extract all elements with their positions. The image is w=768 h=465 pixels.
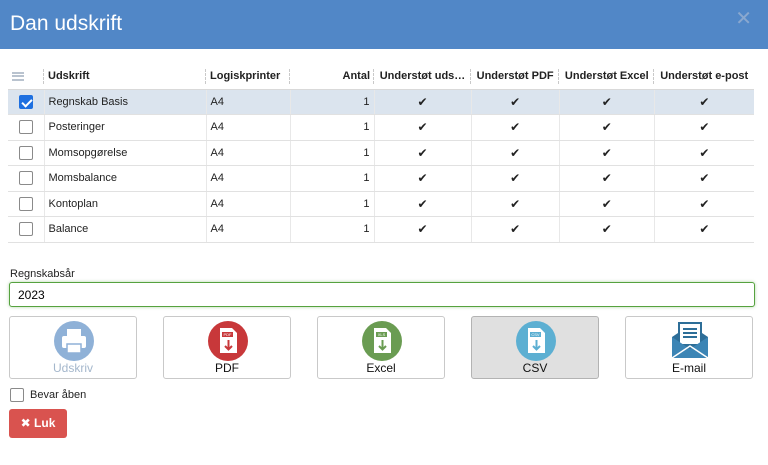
report-name: Balance [43,216,206,243]
print-label: Udskriv [52,361,93,375]
report-name: Posteringer [43,114,206,141]
column-header-antal[interactable]: Antal [290,64,374,90]
pdf-label: PDF [215,361,239,375]
pdf-file-icon: PDF [208,321,248,361]
table-row[interactable]: Momsbalance A4 1 ✔ ✔ ✔ ✔ [8,165,754,192]
email-label: E-mail [671,361,706,375]
copy-count: 1 [289,140,374,166]
pdf-icon-text: PDF [224,332,233,337]
column-header-logiskprinter[interactable]: Logiskprinter [206,64,290,90]
check-icon: ✔ [470,140,560,166]
check-icon: ✔ [373,191,472,217]
excel-icon-text: XLS [378,332,386,337]
email-button[interactable]: E-mail [625,316,753,379]
logical-printer: A4 [205,191,290,217]
table-header: Udskrift Logiskprinter Antal Understøt u… [8,64,754,90]
fiscal-year-input[interactable] [9,282,755,307]
report-name: Momsopgørelse [43,140,206,166]
excel-label: Excel [366,361,396,375]
check-icon: ✔ [470,165,560,192]
copy-count: 1 [289,216,374,243]
copy-count: 1 [289,89,374,115]
check-icon: ✔ [653,89,754,115]
check-icon: ✔ [470,216,560,243]
pdf-button[interactable]: PDF PDF [163,316,291,379]
close-button[interactable]: ✖ Luk [9,409,67,438]
table-row[interactable]: Posteringer A4 1 ✔ ✔ ✔ ✔ [8,114,754,141]
table-row[interactable]: Momsopgørelse A4 1 ✔ ✔ ✔ ✔ [8,140,754,166]
column-header-support-excel[interactable]: Understøt Excel [559,64,655,90]
row-checkbox[interactable] [18,171,33,186]
report-name: Momsbalance [43,165,206,192]
close-x-icon: ✖ [20,416,31,430]
keep-open-checkbox[interactable] [10,388,24,402]
report-name: Kontoplan [43,191,206,217]
logical-printer: A4 [205,89,290,115]
fiscal-year-label: Regnskabsår [10,268,75,280]
column-header-support-email[interactable]: Understøt e-post [654,64,754,90]
csv-label: CSV [522,361,548,375]
column-header-support-pdf[interactable]: Understøt PDF [471,64,560,90]
keep-open-option[interactable]: Bevar åben [10,388,86,402]
dialog-titlebar: Dan udskrift ✕ [0,0,768,49]
check-icon: ✔ [373,89,472,115]
check-icon: ✔ [558,140,655,166]
row-checkbox[interactable] [18,196,33,211]
check-icon: ✔ [558,165,655,192]
table-body: Regnskab Basis A4 1 ✔ ✔ ✔ ✔ Posteringer … [8,89,754,243]
row-checkbox[interactable] [18,94,33,109]
logical-printer: A4 [205,140,290,166]
check-icon: ✔ [653,216,754,243]
check-icon: ✔ [373,140,472,166]
row-checkbox[interactable] [18,145,33,160]
logical-printer: A4 [205,114,290,141]
check-icon: ✔ [373,114,472,141]
copy-count: 1 [289,191,374,217]
logical-printer: A4 [205,216,290,243]
check-icon: ✔ [470,114,560,141]
table-row[interactable]: Regnskab Basis A4 1 ✔ ✔ ✔ ✔ [8,89,754,115]
table-row[interactable]: Kontoplan A4 1 ✔ ✔ ✔ ✔ [8,191,754,217]
column-chooser-icon[interactable] [8,64,44,90]
check-icon: ✔ [558,89,655,115]
check-icon: ✔ [653,114,754,141]
check-icon: ✔ [558,114,655,141]
check-icon: ✔ [558,216,655,243]
logical-printer: A4 [205,165,290,192]
check-icon: ✔ [470,191,560,217]
keep-open-label: Bevar åben [30,388,87,401]
check-icon: ✔ [558,191,655,217]
printer-icon [54,321,94,361]
check-icon: ✔ [653,140,754,166]
check-icon: ✔ [653,165,754,192]
row-checkbox[interactable] [18,222,33,237]
close-button-label: Luk [34,416,56,430]
row-checkbox[interactable] [18,120,33,135]
column-header-udskrift[interactable]: Udskrift [44,64,206,90]
print-button[interactable]: Udskriv [9,316,137,379]
csv-icon-text: CSV [531,332,540,337]
copy-count: 1 [289,165,374,192]
email-icon [671,322,709,359]
check-icon: ✔ [470,89,560,115]
reports-table: Udskrift Logiskprinter Antal Understøt u… [8,64,754,243]
dialog-title: Dan udskrift [10,12,123,35]
excel-file-icon: XLS [362,321,402,361]
check-icon: ✔ [373,165,472,192]
copy-count: 1 [289,114,374,141]
csv-file-icon: CSV [516,321,556,361]
close-icon[interactable]: ✕ [735,6,752,31]
excel-button[interactable]: XLS Excel [317,316,445,379]
column-header-support-print[interactable]: Understøt uds… [374,64,472,90]
csv-button[interactable]: CSV CSV [471,316,599,379]
check-icon: ✔ [373,216,472,243]
report-name: Regnskab Basis [43,89,206,115]
check-icon: ✔ [653,191,754,217]
table-row[interactable]: Balance A4 1 ✔ ✔ ✔ ✔ [8,216,754,243]
